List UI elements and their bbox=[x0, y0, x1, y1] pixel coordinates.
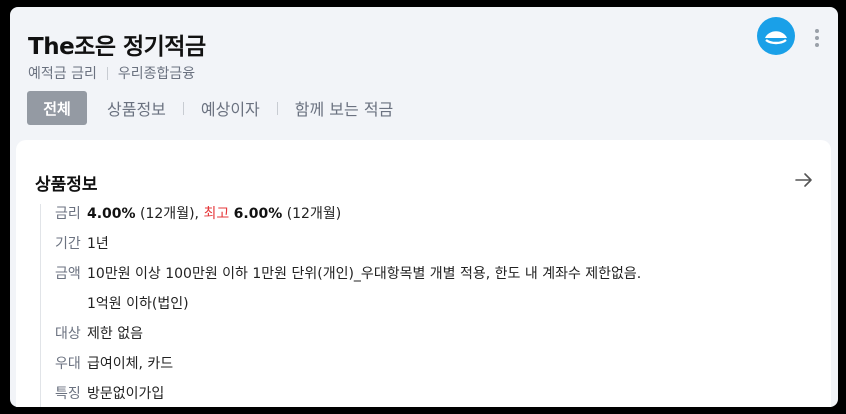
info-row-feature: 특징 방문없이가입 bbox=[41, 384, 810, 405]
info-value: 방문없이가입 bbox=[87, 386, 165, 402]
info-value: 1년 bbox=[87, 236, 109, 252]
info-row-rate: 금리 4.00% (12개월), 최고 6.00% (12개월) bbox=[41, 204, 810, 225]
info-row-period: 기간 1년 bbox=[41, 234, 810, 255]
max-label: 최고 bbox=[203, 206, 230, 222]
more-vertical-icon[interactable] bbox=[814, 29, 820, 49]
info-row-amount: 금액 10만원 이상 100만원 이하 1만원 단위(개인)_우대항목별 개별 … bbox=[41, 264, 810, 315]
info-value: 4.00% (12개월), 최고 6.00% (12개월) bbox=[87, 204, 810, 225]
bank-logo-icon[interactable] bbox=[757, 17, 795, 55]
card-title: 상품정보 bbox=[35, 175, 98, 195]
base-rate: 4.00% bbox=[87, 206, 136, 222]
info-list: 금리 4.00% (12개월), 최고 6.00% (12개월) 기간 1년 금… bbox=[40, 204, 810, 407]
info-key: 대상 bbox=[55, 326, 81, 342]
tab-related-savings[interactable]: 함께 보는 적금 bbox=[293, 96, 396, 120]
bank-name[interactable]: 우리종합금융 bbox=[118, 63, 195, 83]
amount-line-2: 1억원 이하(법인) bbox=[87, 296, 189, 312]
info-key: 기간 bbox=[55, 236, 81, 252]
info-key: 우대 bbox=[55, 356, 81, 372]
tab-expected-interest[interactable]: 예상이자 bbox=[199, 96, 262, 120]
tab-bar: 전체 상품정보 예상이자 함께 보는 적금 bbox=[27, 91, 395, 125]
divider bbox=[276, 101, 278, 115]
info-key: 금액 bbox=[55, 266, 81, 282]
arrow-right-icon[interactable] bbox=[794, 172, 814, 188]
divider bbox=[182, 101, 184, 115]
info-value: 10만원 이상 100만원 이하 1만원 단위(개인)_우대항목별 개별 적용,… bbox=[87, 264, 810, 315]
product-title: The조은 정기적금 bbox=[28, 34, 206, 60]
info-value: 제한 없음 bbox=[87, 326, 143, 342]
tab-all[interactable]: 전체 bbox=[27, 91, 87, 125]
max-term: (12개월) bbox=[286, 206, 342, 222]
subline: 예적금 금리 우리종합금융 bbox=[28, 63, 195, 83]
info-row-benefit: 우대 급여이체, 카드 bbox=[41, 354, 810, 375]
tab-product-info[interactable]: 상품정보 bbox=[105, 96, 168, 120]
amount-line-1: 10만원 이상 100만원 이하 1만원 단위(개인)_우대항목별 개별 적용,… bbox=[87, 266, 642, 282]
divider bbox=[106, 66, 108, 80]
product-panel: The조은 정기적금 예적금 금리 우리종합금융 전체 상품정보 예상이자 함께… bbox=[10, 7, 838, 407]
info-value: 급여이체, 카드 bbox=[87, 356, 174, 372]
info-key: 금리 bbox=[55, 206, 81, 222]
category-link[interactable]: 예적금 금리 bbox=[28, 63, 97, 83]
base-term: (12개월), bbox=[140, 206, 199, 222]
info-row-target: 대상 제한 없음 bbox=[41, 324, 810, 345]
max-rate: 6.00% bbox=[233, 206, 283, 222]
product-info-card: 상품정보 금리 4.00% (12개월), 최고 6.00% (12개월) 기간… bbox=[16, 140, 831, 407]
info-key: 특징 bbox=[55, 386, 81, 402]
